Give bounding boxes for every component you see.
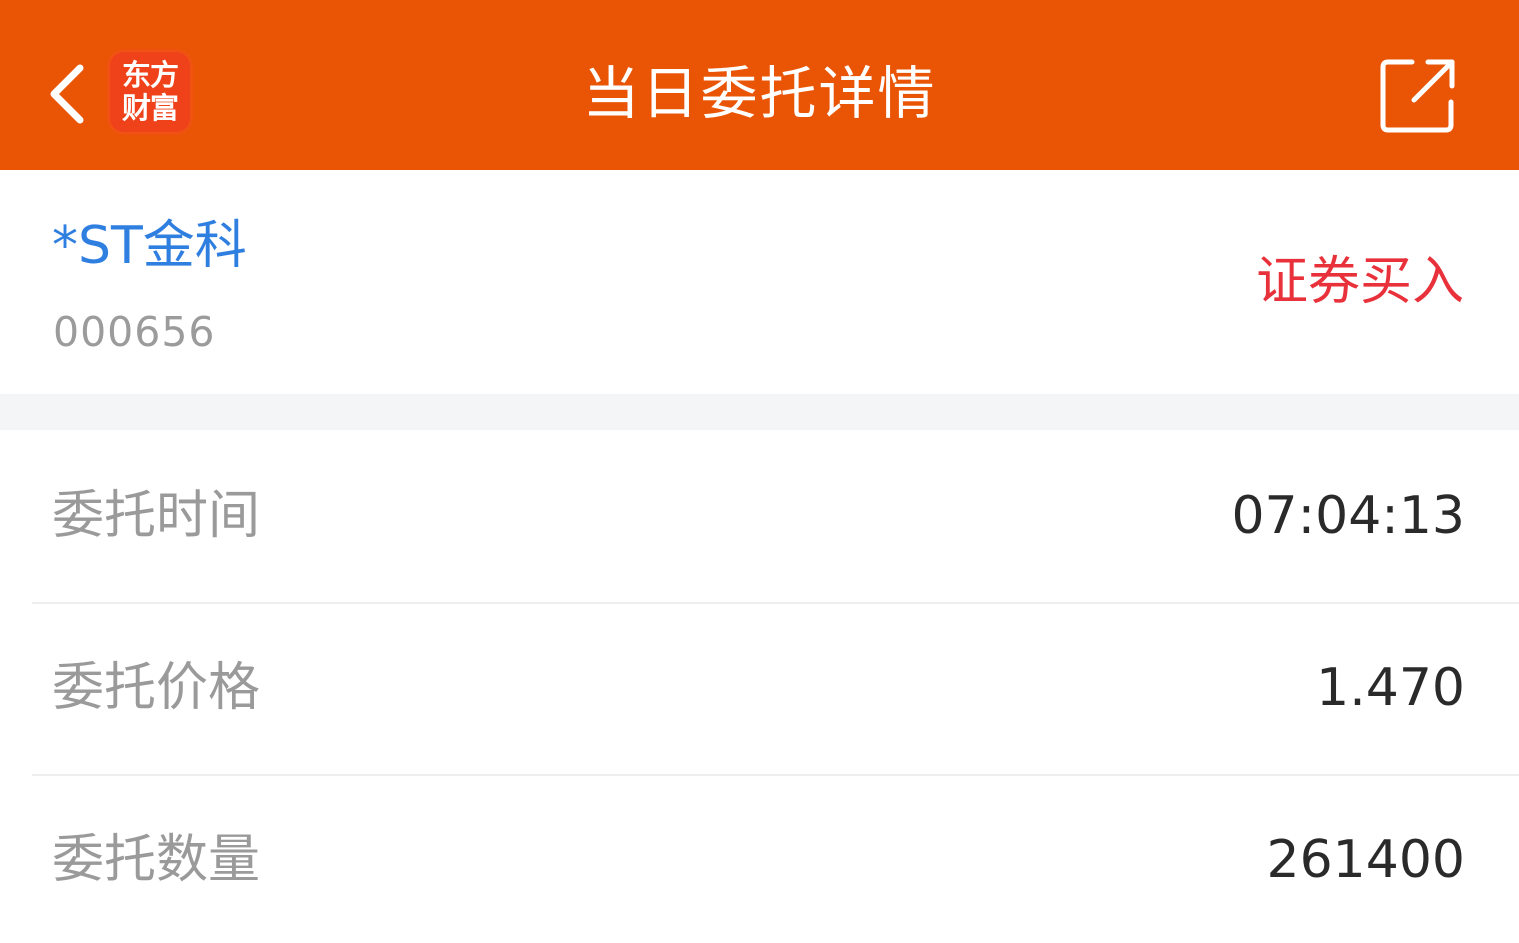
order-quantity-label: 委托数量 <box>52 830 261 890</box>
detail-row-order-quantity: 委托数量 261400 <box>0 774 1519 943</box>
detail-row-order-time: 委托时间 07:04:13 <box>0 430 1519 602</box>
page-title: 当日委托详情 <box>582 61 937 127</box>
detail-row-order-price: 委托价格 1.470 <box>0 602 1519 774</box>
top-nav-bar: 东方 财富 当日委托详情 <box>0 0 1519 170</box>
order-time-value: 07:04:13 <box>1231 486 1465 546</box>
order-quantity-value: 261400 <box>1266 830 1465 890</box>
order-time-label: 委托时间 <box>52 486 261 546</box>
share-external-icon <box>1380 59 1455 133</box>
section-divider <box>0 394 1519 430</box>
stock-code: 000656 <box>53 308 216 356</box>
order-details-list: 委托时间 07:04:13 委托价格 1.470 委托数量 261400 <box>0 430 1519 943</box>
stock-info-card: *ST金科 000656 证券买入 <box>0 170 1519 394</box>
trade-type-label: 证券买入 <box>1255 252 1464 312</box>
order-price-value: 1.470 <box>1316 658 1465 718</box>
order-detail-page: 东方 财富 当日委托详情 *ST金科 000656 证券买入 委托时间 07:0… <box>0 0 1519 943</box>
order-price-label: 委托价格 <box>52 658 261 718</box>
share-button[interactable] <box>1378 56 1458 136</box>
stock-name[interactable]: *ST金科 <box>52 212 247 280</box>
